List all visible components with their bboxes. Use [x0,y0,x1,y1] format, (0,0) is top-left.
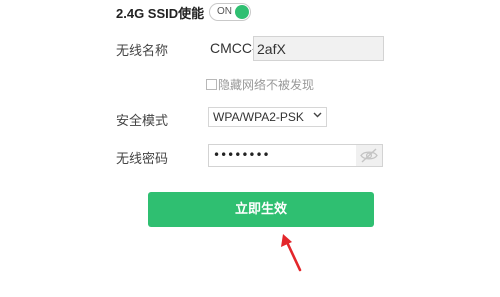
ssid-prefix: CMCC- [210,40,257,56]
password-input[interactable]: •••••••• [208,144,383,167]
hide-network-checkbox[interactable] [206,79,217,90]
apply-now-button[interactable]: 立即生效 [148,192,374,227]
security-mode-select[interactable]: WPA/WPA2-PSK [208,107,327,127]
hide-network-label: 隐藏网络不被发现 [218,78,315,92]
toggle-knob [235,5,249,19]
security-mode-value: WPA/WPA2-PSK [213,110,304,124]
password-masked-value: •••••••• [213,148,270,162]
chevron-down-icon [313,110,322,121]
wifi-name-label: 无线名称 [116,44,169,59]
ssid-enable-toggle[interactable]: ON [209,3,251,21]
toggle-state-text: ON [217,6,232,17]
eye-slash-icon[interactable] [356,145,382,166]
password-label: 无线密码 [116,152,169,167]
annotation-arrow-icon [278,232,308,278]
ssid-input[interactable] [253,36,384,61]
ssid-enable-label: 2.4G SSID使能 [116,6,205,21]
wifi-settings-panel: 2.4G SSID使能 ON 无线名称 CMCC- 隐藏网络不被发现 安全模式 … [0,0,500,297]
hide-network-option[interactable]: 隐藏网络不被发现 [206,76,314,93]
security-mode-label: 安全模式 [116,114,169,129]
